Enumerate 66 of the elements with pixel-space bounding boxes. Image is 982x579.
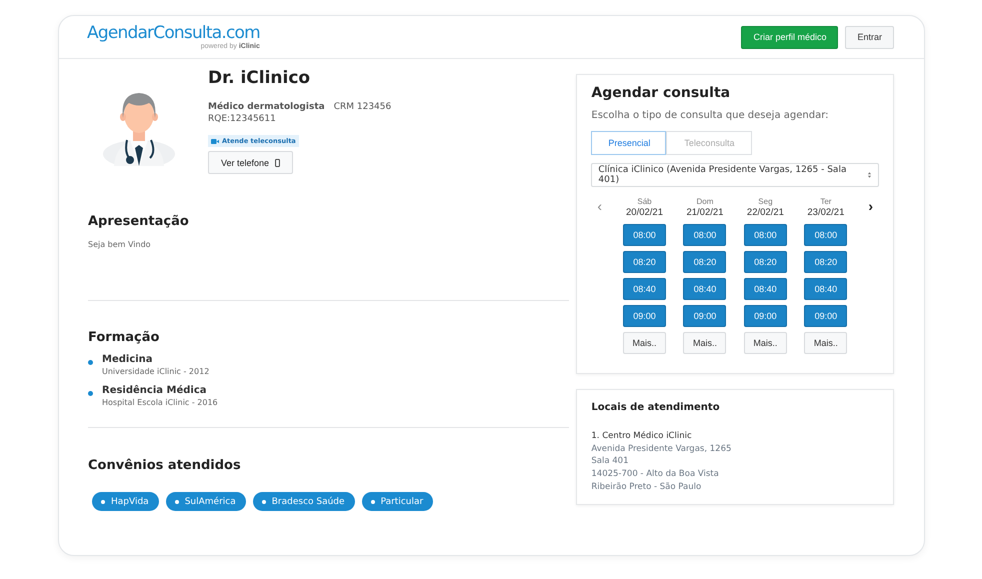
time-slot-button[interactable]: 09:00 <box>744 305 787 327</box>
date-label: 22/02/21 <box>746 207 784 218</box>
logo[interactable]: AgendarConsulta.com <box>87 24 260 43</box>
doctor-name: Dr. iClinico <box>208 68 310 88</box>
address-line: 14025-700 - Alto da Boa Vista <box>591 468 720 481</box>
time-slot-button[interactable]: 08:20 <box>683 251 726 273</box>
date-label: 21/02/21 <box>686 207 724 218</box>
rqe-text: RQE:12345611 <box>208 114 276 124</box>
weekday-label: Dom <box>696 197 714 206</box>
presentation-text: Seja bem Vindo <box>88 240 152 249</box>
bullet-icon <box>88 360 93 365</box>
crm-text: CRM 123456 <box>334 102 392 112</box>
consult-type-tab[interactable]: Teleconsulta <box>666 131 752 155</box>
updown-icon <box>867 171 872 179</box>
insurance-tag: HapVida <box>92 492 159 511</box>
insurance-tag: Particular <box>362 492 434 511</box>
show-phone-button[interactable]: Ver telefone <box>208 151 294 174</box>
more-button[interactable]: Mais.. <box>804 332 848 354</box>
time-slot-button[interactable]: 08:40 <box>683 278 726 300</box>
camera-icon <box>211 138 219 144</box>
time-slot-button[interactable]: 09:00 <box>623 305 666 327</box>
course-name: Medicina <box>102 354 154 365</box>
section-title: Formação <box>88 330 160 345</box>
time-slot-button[interactable]: 08:40 <box>623 278 666 300</box>
address-line: Sala 401 <box>591 455 630 468</box>
more-button[interactable]: Mais.. <box>623 332 666 354</box>
more-button[interactable]: Mais.. <box>683 332 726 354</box>
time-slot-button[interactable]: 08:00 <box>744 224 787 246</box>
prompt-text: Escolha o tipo de consulta que deseja agendar: <box>591 110 830 121</box>
section-title: Convênios atendidos <box>88 458 242 473</box>
institution-text: Hospital Escola iClinic - 2016 <box>102 398 218 407</box>
date-label: 23/02/21 <box>807 207 844 218</box>
time-slot-button[interactable]: 09:00 <box>683 305 726 327</box>
insurance-tag: Bradesco Saúde <box>252 492 355 511</box>
insurance-tag: SulAmérica <box>166 492 246 511</box>
login-button[interactable]: Entrar <box>845 26 894 48</box>
section-title: Apresentação <box>88 214 190 229</box>
booking-title: Agendar consulta <box>591 85 732 101</box>
time-slot-button[interactable]: 08:40 <box>804 278 848 300</box>
next-button[interactable]: › <box>864 197 877 215</box>
phone-icon <box>275 158 280 166</box>
time-slot-button[interactable]: 08:20 <box>804 251 848 273</box>
time-slot-button[interactable]: 08:40 <box>744 278 787 300</box>
more-button[interactable]: Mais.. <box>744 332 787 354</box>
time-slot-button[interactable]: 08:20 <box>744 251 787 273</box>
location-select[interactable]: Clínica iClinico (Avenida Presidente Vargas, 1265 - Sala 401) <box>591 163 879 187</box>
locations-title: Locais de atendimento <box>591 402 721 413</box>
date-label: 20/02/21 <box>626 207 663 218</box>
create-profile-button[interactable]: Criar perfil médico <box>741 26 838 48</box>
weekday-label: Ter <box>820 197 832 206</box>
time-slot-button[interactable]: 08:00 <box>623 224 666 246</box>
institution-text: Universidade iClinic - 2012 <box>102 367 210 376</box>
time-slot-button[interactable]: 08:00 <box>804 224 848 246</box>
address-line: Avenida Presidente Vargas, 1265 <box>591 442 732 456</box>
time-slot-button[interactable]: 08:00 <box>683 224 726 246</box>
consult-type-tab[interactable]: Presencial <box>591 131 666 155</box>
time-slot-button[interactable]: 08:20 <box>623 251 666 273</box>
bullet-icon <box>88 391 93 396</box>
previous-button[interactable]: ‹ <box>593 197 606 215</box>
weekday-label: Seg <box>758 197 773 206</box>
course-name: Residência Médica <box>102 385 208 396</box>
weekday-label: Sáb <box>637 197 652 206</box>
time-slot-button[interactable]: 09:00 <box>804 305 848 327</box>
specialty-text: Médico dermatologista <box>208 102 325 112</box>
location-name: 1. Centro Médico iClinic <box>591 430 693 443</box>
address-line: Ribeirão Preto - São Paulo <box>591 480 702 494</box>
